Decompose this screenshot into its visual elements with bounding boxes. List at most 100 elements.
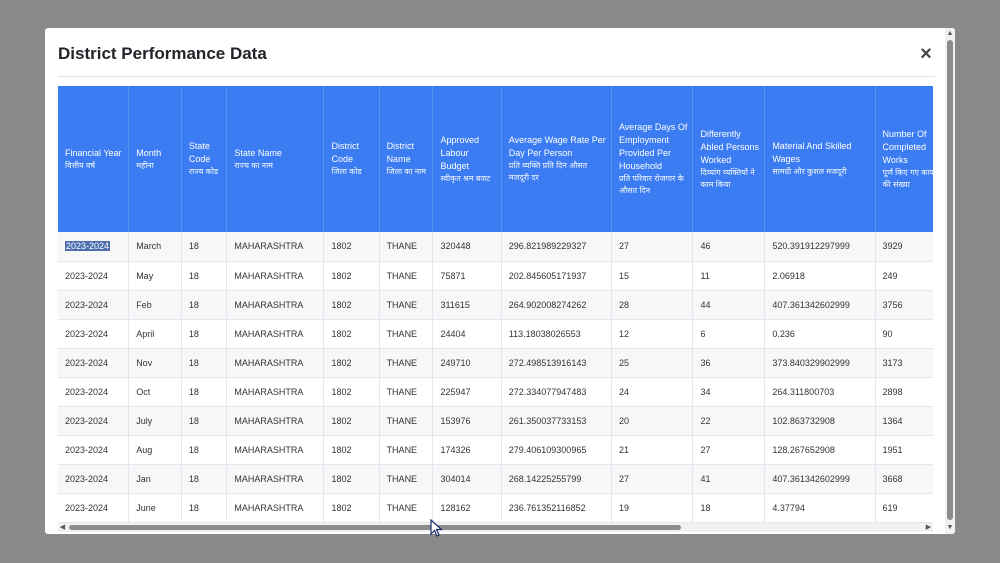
modal-title: District Performance Data (58, 44, 267, 63)
mouse-pointer-icon (430, 519, 444, 537)
column-header: Approved Labour Budget स्वीकृत श्रम बजट (432, 86, 502, 232)
column-header: District Code जिला कोड (323, 86, 380, 232)
table-row[interactable]: 2023-2024 June 18 MAHARASHTRA 1802 THANE 12816… (58, 493, 933, 523)
vertical-scrollbar[interactable]: ▲ ▼ (945, 28, 955, 534)
table-cell: 18 (181, 435, 228, 465)
table-cell: Feb (128, 290, 182, 320)
table-cell: 27 (692, 435, 766, 465)
table-cell: THANE (379, 406, 434, 436)
table-cell: 90 (875, 319, 933, 349)
table-cell: 2023-2024 (58, 232, 130, 262)
table-cell: 3756 (875, 290, 933, 320)
horizontal-scrollbar[interactable]: ◀ ▶ (58, 523, 933, 532)
table-cell: 279.406109300965 (501, 435, 612, 465)
table-cell: Jan (128, 464, 182, 494)
table-cell: 249 (875, 261, 933, 291)
vertical-scroll-thumb[interactable] (947, 40, 953, 520)
column-header-english: Average Wage Rate Per Day Per Person (508, 135, 606, 158)
table-cell: 2023-2024 (58, 319, 130, 349)
column-header-english: State Code (188, 141, 211, 164)
table-cell: 619 (875, 493, 933, 523)
scroll-down-icon[interactable]: ▼ (946, 524, 954, 532)
table-row[interactable]: 2023-2024 July 18 MAHARASHTRA 1802 THANE 15397… (58, 406, 933, 436)
table-cell: 268.14225255799 (501, 464, 612, 494)
column-header-english: District Code (331, 141, 359, 164)
column-header-hindi: प्रति व्यक्ति प्रति दिन औसत मजदूरी दर (508, 161, 588, 182)
table-cell: 1802 (323, 348, 380, 378)
table-cell: 18 (181, 290, 228, 320)
performance-table: Financial Year वित्तीय वर्ष Month महीना Stat… (58, 86, 933, 523)
table-cell: 4.37794 (764, 493, 876, 523)
table-cell: 236.761352116852 (501, 493, 612, 523)
table-cell: 12 (611, 319, 694, 349)
table-row[interactable]: 2023-2024 March 18 MAHARASHTRA 1802 THANE 3204… (58, 232, 933, 262)
column-header-english: State Name (234, 147, 282, 158)
table-cell: 1364 (875, 406, 933, 436)
table-cell: 41 (692, 464, 766, 494)
table-container[interactable]: Financial Year वित्तीय वर्ष Month महीना Stat… (58, 86, 933, 523)
table-cell: 225947 (432, 377, 502, 407)
scroll-left-icon[interactable]: ◀ (58, 523, 67, 532)
table-cell: 6 (692, 319, 766, 349)
table-cell: 296.821989229327 (501, 232, 612, 262)
table-cell: 520.391912297999 (764, 232, 876, 262)
column-header-hindi: जिला का नाम (386, 167, 427, 176)
table-cell: 19 (611, 493, 694, 523)
table-row[interactable]: 2023-2024 Jan 18 MAHARASHTRA 1802 THANE 304014… (58, 464, 933, 494)
table-cell: June (128, 493, 182, 523)
table-row[interactable]: 2023-2024 Feb 18 MAHARASHTRA 1802 THANE 311615… (58, 290, 933, 320)
scroll-right-icon[interactable]: ▶ (924, 523, 933, 532)
column-header-hindi: स्वीकृत श्रम बजट (440, 173, 491, 183)
table-cell: 311615 (432, 290, 502, 320)
table-cell: Aug (128, 435, 182, 465)
table-cell: 22 (692, 406, 766, 436)
column-header: State Name राज्य का नाम (226, 86, 325, 232)
table-row[interactable]: 2023-2024 Aug 18 MAHARASHTRA 1802 THANE 174326… (58, 435, 933, 465)
table-cell: 113.18038026553 (501, 319, 612, 349)
table-cell: Oct (128, 377, 182, 407)
column-header-english: Month (136, 147, 162, 158)
table-cell: 128162 (432, 493, 502, 523)
column-header-english: District Name (386, 141, 415, 164)
column-header: District Name जिला का नाम (379, 86, 434, 232)
column-header-english: Average Days Of Employment Provided Per … (618, 122, 688, 171)
table-cell: 1802 (323, 232, 380, 262)
table-cell: 1802 (323, 377, 380, 407)
table-cell: 27 (611, 232, 694, 262)
table-cell: 128.267652908 (764, 435, 876, 465)
table-cell: 20 (611, 406, 694, 436)
table-cell: 2023-2024 (58, 377, 130, 407)
column-header: State Code राज्य कोड (181, 86, 228, 232)
table-cell: 202.845605171937 (501, 261, 612, 291)
table-cell: 373.840329902999 (764, 348, 876, 378)
table-cell: 24 (611, 377, 694, 407)
table-row[interactable]: 2023-2024 Nov 18 MAHARASHTRA 1802 THANE 249710… (58, 348, 933, 378)
table-cell: MAHARASHTRA (226, 493, 325, 523)
table-cell: 46 (692, 232, 766, 262)
column-header-hindi: राज्य का नाम (234, 160, 273, 170)
table-cell: 272.334077947483 (501, 377, 612, 407)
table-row[interactable]: 2023-2024 May 18 MAHARASHTRA 1802 THANE 75871 2… (58, 261, 933, 291)
column-header: Average Wage Rate Per Day Per Person प्रत… (501, 86, 612, 232)
horizontal-scroll-thumb[interactable] (69, 525, 681, 530)
table-cell: 261.350037733153 (501, 406, 612, 436)
close-icon[interactable]: × (917, 44, 935, 64)
table-cell: MAHARASHTRA (226, 290, 325, 320)
table-row[interactable]: 2023-2024 Oct 18 MAHARASHTRA 1802 THANE 225947… (58, 377, 933, 407)
table-row[interactable]: 2023-2024 April 18 MAHARASHTRA 1802 THANE 2440… (58, 319, 933, 349)
table-cell: 75871 (432, 261, 502, 291)
district-performance-modal: District Performance Data × Financial Ye… (45, 28, 955, 534)
table-cell: 18 (181, 493, 228, 523)
column-header-english: Material And Skilled Wages (772, 141, 852, 164)
table-cell: 1802 (323, 435, 380, 465)
table-cell: 3929 (875, 232, 933, 262)
table-body: 2023-2024 March 18 MAHARASHTRA 1802 THANE 3204… (58, 232, 933, 523)
column-header-english: Financial Year (65, 147, 122, 158)
table-cell: 2023-2024 (58, 261, 130, 291)
column-header-hindi: प्रति परिवार रोजगार के औसत दिन (618, 174, 684, 195)
table-cell: 320448 (432, 232, 502, 262)
table-cell: May (128, 261, 182, 291)
table-cell: 2023-2024 (58, 406, 130, 436)
scroll-up-icon[interactable]: ▲ (946, 30, 954, 38)
table-cell: 27 (611, 464, 694, 494)
